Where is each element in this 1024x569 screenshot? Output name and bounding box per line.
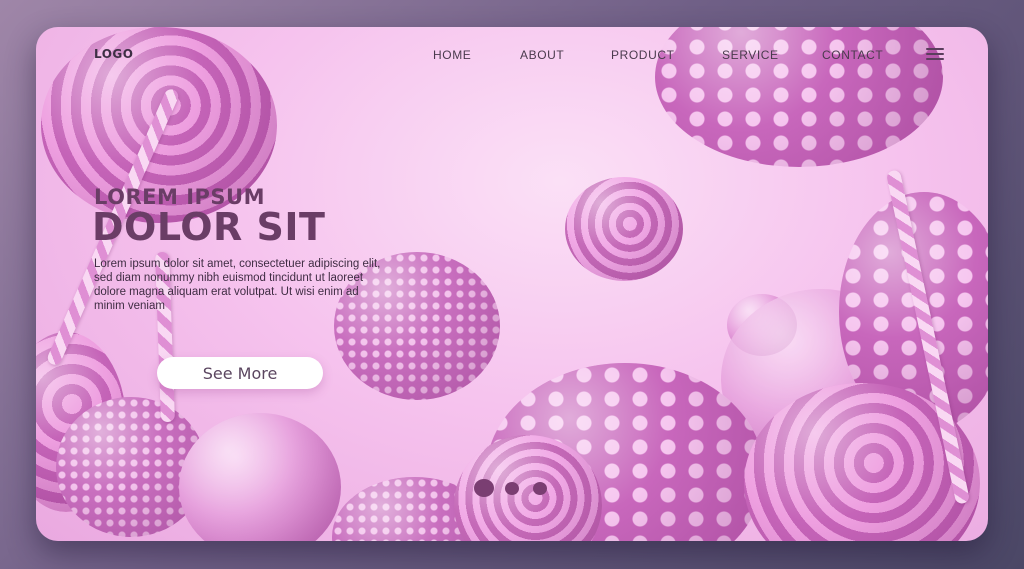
- pagination-dot-1[interactable]: [474, 479, 494, 497]
- nav-link-home[interactable]: HOME: [433, 48, 471, 62]
- nav-link-about[interactable]: ABOUT: [520, 48, 564, 62]
- decorative-sphere-plain-bottom: [179, 413, 341, 541]
- logo[interactable]: LOGO: [94, 47, 133, 61]
- nav-link-contact[interactable]: CONTACT: [822, 48, 883, 62]
- hamburger-menu-icon[interactable]: [926, 48, 944, 60]
- nav-link-service[interactable]: SERVICE: [722, 48, 779, 62]
- hero-description: Lorem ipsum dolor sit amet, consectetuer…: [94, 258, 381, 312]
- decorative-sphere-striped-small: [565, 177, 683, 281]
- see-more-button[interactable]: See More: [157, 357, 323, 389]
- nav-link-product[interactable]: PRODUCT: [611, 48, 675, 62]
- landing-page-card: LOGO HOME ABOUT PRODUCT SERVICE CONTACT …: [36, 27, 988, 541]
- pagination-dot-2[interactable]: [505, 482, 519, 495]
- top-navigation: LOGO HOME ABOUT PRODUCT SERVICE CONTACT: [36, 27, 988, 83]
- pagination-dot-3[interactable]: [533, 482, 547, 495]
- hero-title: DOLOR SIT: [92, 205, 326, 249]
